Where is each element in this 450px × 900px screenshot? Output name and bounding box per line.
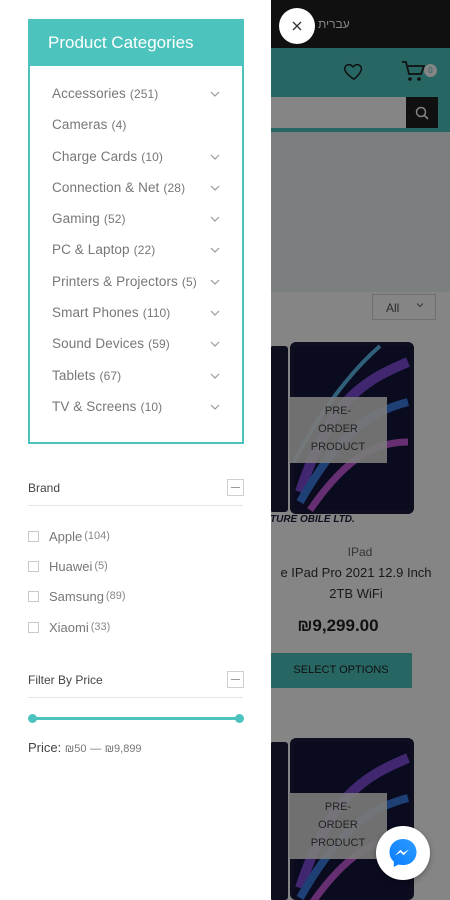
checkbox[interactable] (28, 530, 39, 542)
category-label: PC & Laptop (52, 242, 130, 258)
price-range-label: Price: ₪50 — ₪9,899 (28, 740, 142, 755)
chevron-down-icon[interactable] (210, 246, 220, 254)
chevron-down-icon[interactable] (210, 403, 220, 411)
close-drawer-button[interactable] (279, 8, 315, 44)
category-item[interactable]: Printers & Projectors (5) (30, 274, 242, 305)
brand-label: Apple (49, 528, 83, 544)
category-label: TV & Screens (52, 398, 137, 414)
brand-option-xiaomi[interactable]: Xiaomi (33) (28, 618, 110, 636)
brand-count: (89) (105, 590, 126, 602)
categories-title: Product Categories (30, 21, 242, 66)
close-icon (292, 21, 302, 31)
category-label: Gaming (52, 211, 100, 227)
brand-label: Xiaomi (49, 619, 89, 635)
filter-drawer: Product Categories Accessories (251) Camer… (0, 0, 271, 900)
checkbox[interactable] (28, 560, 39, 572)
category-item[interactable]: Charge Cards (10) (30, 149, 242, 180)
checkbox[interactable] (28, 621, 39, 633)
category-label: Cameras (52, 117, 108, 133)
category-item[interactable]: Tablets (67) (30, 368, 242, 399)
brand-count: (33) (90, 621, 111, 633)
product-categories-widget: Product Categories Accessories (251) Camer… (28, 19, 244, 444)
category-count: (110) (142, 306, 171, 321)
category-count: (10) (140, 399, 163, 414)
category-label: Tablets (52, 367, 96, 383)
category-count: (28) (163, 180, 186, 195)
category-label: Accessories (52, 86, 126, 101)
brand-option-samsung[interactable]: Samsung (89) (28, 587, 125, 605)
category-count: (52) (103, 212, 126, 227)
chevron-down-icon[interactable] (210, 184, 220, 192)
categories-list: Accessories (251) Cameras (4) Charge Cards (1… (30, 66, 242, 430)
brand-label: Samsung (49, 588, 104, 604)
chevron-down-icon[interactable] (210, 153, 220, 161)
chevron-down-icon[interactable] (210, 278, 220, 286)
category-item[interactable]: Sound Devices (59) (30, 336, 242, 367)
price-max-handle[interactable] (235, 714, 244, 723)
category-label: Sound Devices (52, 336, 145, 352)
divider (28, 697, 243, 698)
chevron-down-icon[interactable] (210, 90, 220, 98)
collapse-price-button[interactable] (227, 671, 244, 688)
collapse-brand-button[interactable] (227, 479, 244, 496)
category-count: (4) (111, 118, 127, 133)
brand-count: (104) (84, 530, 110, 542)
chevron-down-icon[interactable] (210, 309, 220, 317)
category-count: (251) (129, 87, 159, 101)
brand-section-title: Brand (28, 481, 61, 495)
category-count: (67) (99, 368, 122, 383)
category-label: Connection & Net (52, 179, 160, 195)
chevron-down-icon[interactable] (210, 372, 220, 380)
category-item[interactable]: Gaming (52) (30, 211, 242, 242)
category-item[interactable]: TV & Screens (10) (30, 399, 242, 430)
price-filter-title: Filter By Price (28, 673, 103, 687)
price-label: Price: (28, 740, 62, 755)
messenger-chat-button[interactable] (376, 826, 430, 880)
category-count: (59) (148, 337, 170, 352)
category-label: Smart Phones (52, 305, 139, 321)
price-min-handle[interactable] (28, 714, 37, 723)
category-item[interactable]: Connection & Net (28) (30, 180, 242, 211)
category-item[interactable]: Accessories (251) (30, 86, 242, 117)
category-label: Printers & Projectors (52, 273, 178, 289)
category-item[interactable]: Smart Phones (110) (30, 305, 242, 336)
price-min-value: ₪50 (64, 743, 87, 755)
checkbox[interactable] (28, 590, 39, 602)
category-count: (5) (181, 274, 197, 289)
category-count: (10) (141, 149, 163, 164)
chevron-down-icon[interactable] (210, 340, 220, 348)
price-separator: — (90, 743, 102, 755)
brand-option-apple[interactable]: Apple (104) (28, 527, 110, 545)
category-label: Charge Cards (52, 148, 138, 164)
divider (28, 505, 243, 506)
price-max-value: ₪9,899 (104, 743, 142, 755)
brand-count: (5) (94, 560, 108, 572)
category-count: (22) (133, 243, 156, 258)
brand-label: Huawei (49, 558, 93, 574)
brand-option-huawei[interactable]: Huawei (5) (28, 557, 108, 575)
price-range-track[interactable] (33, 717, 240, 720)
category-item[interactable]: Cameras (4) (30, 117, 242, 148)
chevron-down-icon[interactable] (210, 215, 220, 223)
messenger-icon (389, 839, 417, 867)
category-item[interactable]: PC & Laptop (22) (30, 242, 242, 273)
